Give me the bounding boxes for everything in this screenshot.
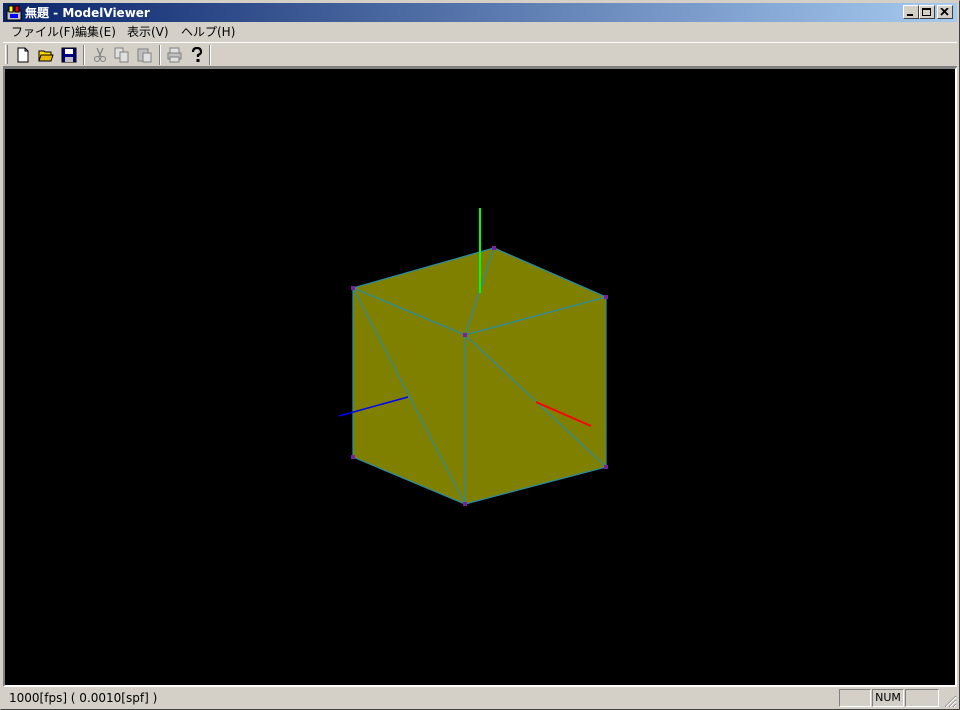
open-file-button[interactable] bbox=[35, 45, 57, 65]
status-pane-caps bbox=[839, 689, 871, 707]
fps-readout: 1000[fps] ( 0.0010[spf] ) bbox=[9, 691, 158, 705]
status-pane-scrl bbox=[905, 689, 939, 707]
maximize-button[interactable] bbox=[919, 5, 935, 19]
status-bar: 1000[fps] ( 0.0010[spf] ) NUM bbox=[3, 688, 957, 708]
cut-icon bbox=[94, 47, 106, 62]
close-button[interactable] bbox=[937, 5, 953, 19]
title-bar[interactable]: 無題 - ModelViewer bbox=[3, 3, 957, 22]
status-pane-num: NUM bbox=[872, 689, 904, 707]
toolbar-separator bbox=[209, 45, 211, 65]
minimize-icon bbox=[907, 14, 913, 16]
copy-icon bbox=[114, 47, 129, 63]
help-button[interactable] bbox=[186, 45, 208, 65]
open-folder-icon bbox=[38, 50, 54, 62]
cube-model bbox=[338, 208, 608, 506]
cut-button[interactable] bbox=[89, 45, 111, 65]
menu-file[interactable]: ファイル(F) bbox=[7, 24, 79, 40]
paste-button[interactable] bbox=[134, 45, 156, 65]
print-icon bbox=[167, 47, 182, 63]
copy-button[interactable] bbox=[111, 45, 133, 65]
menu-bar: ファイル(F) 編集(E) 表示(V) ヘルプ(H) bbox=[3, 23, 957, 41]
save-button[interactable] bbox=[58, 45, 80, 65]
new-file-icon bbox=[17, 47, 29, 63]
model-viewport[interactable] bbox=[3, 67, 957, 687]
print-button[interactable] bbox=[164, 45, 186, 65]
menu-view[interactable]: 表示(V) bbox=[123, 24, 173, 40]
resize-grip-icon[interactable] bbox=[943, 694, 957, 708]
window-title: 無題 - ModelViewer bbox=[25, 6, 150, 20]
main-window: 無題 - ModelViewer ファイル(F) 編集(E) 表示(V) ヘルプ… bbox=[0, 0, 960, 710]
toolbar-separator bbox=[83, 45, 85, 65]
paste-icon bbox=[137, 48, 152, 63]
save-icon bbox=[61, 47, 77, 63]
help-icon bbox=[191, 47, 203, 62]
menu-help[interactable]: ヘルプ(H) bbox=[177, 24, 239, 40]
maximize-icon bbox=[922, 8, 931, 16]
toolbar-separator bbox=[159, 45, 161, 65]
minimize-button[interactable] bbox=[903, 5, 919, 19]
toolbar-grip[interactable] bbox=[5, 45, 8, 64]
app-icon[interactable] bbox=[6, 5, 22, 21]
toolbar bbox=[3, 42, 957, 67]
new-file-button[interactable] bbox=[12, 45, 34, 65]
menu-edit[interactable]: 編集(E) bbox=[71, 24, 120, 40]
close-icon bbox=[940, 8, 949, 16]
